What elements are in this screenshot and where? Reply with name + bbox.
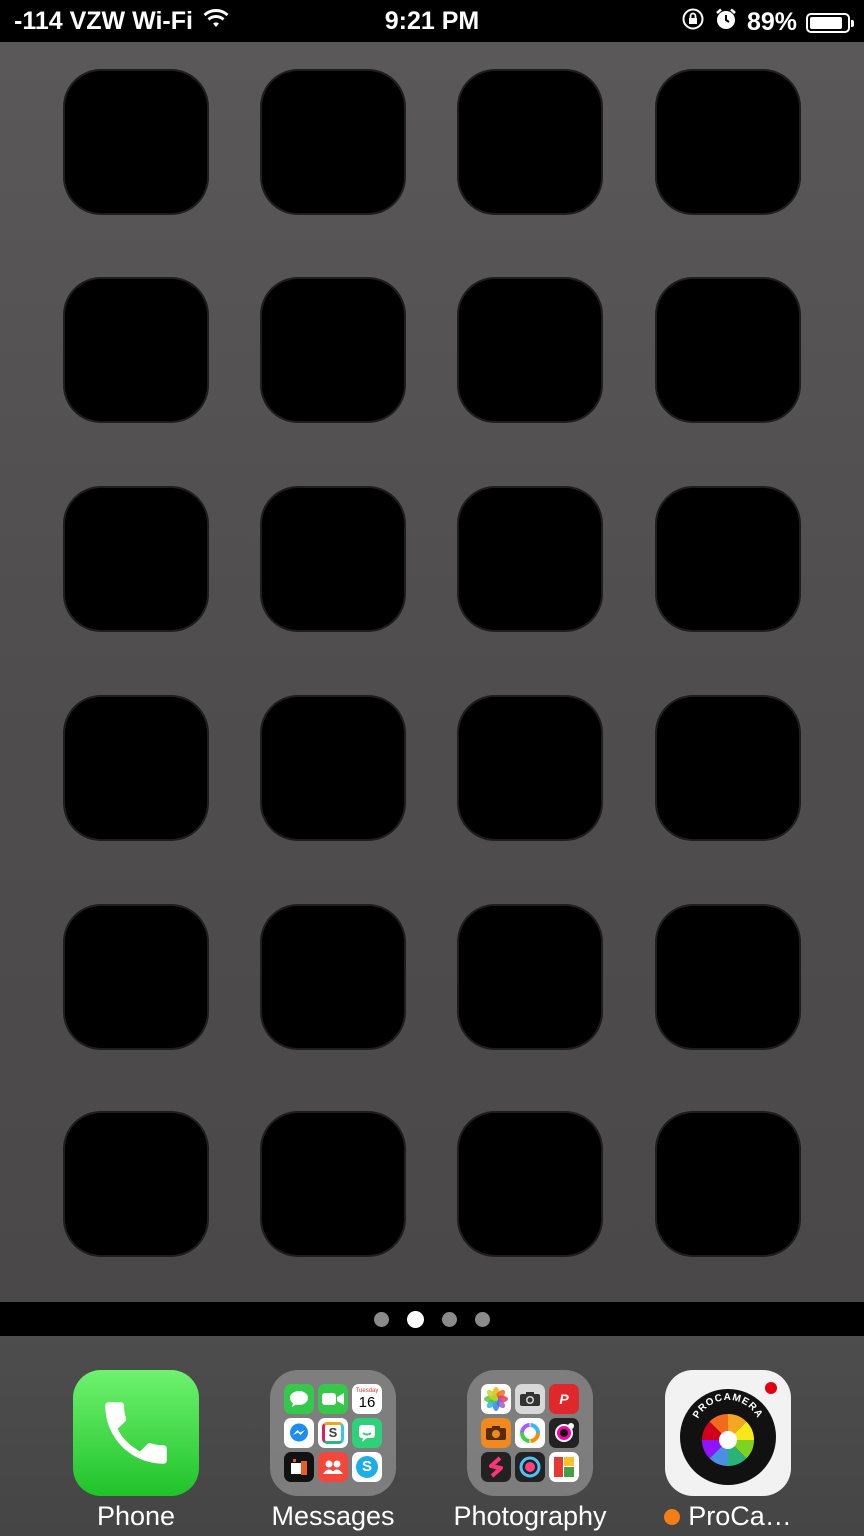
dock-app-label: Messages: [271, 1501, 395, 1531]
collage-app-icon: [549, 1452, 579, 1482]
dock: Phone Tuesday 16 S S Messages P Photogra…: [0, 1336, 864, 1536]
facetime-icon: [318, 1384, 348, 1414]
empty-icon-slot: [65, 71, 207, 213]
empty-icon-slot: [65, 279, 207, 421]
orientation-lock-icon: [681, 7, 705, 38]
page-indicator[interactable]: [0, 1302, 864, 1336]
dock-app-label: ProCa…: [688, 1501, 792, 1531]
dock-app-label-row: ProCa…: [638, 1501, 818, 1532]
dock-app-label: Photography: [453, 1501, 607, 1531]
skype-icon: S: [352, 1452, 382, 1482]
dock-app-messages-folder[interactable]: Tuesday 16 S S Messages: [243, 1370, 423, 1532]
empty-icon-slot: [459, 1113, 601, 1255]
messenger-icon: [284, 1418, 314, 1448]
page-dot[interactable]: [374, 1311, 389, 1327]
wifi-icon: [203, 7, 229, 36]
procamera-icon[interactable]: PROCAMERA: [665, 1370, 791, 1496]
empty-icon-slot: [459, 906, 601, 1048]
dock-app-photography-folder[interactable]: P Photography: [440, 1370, 620, 1532]
empty-icon-slot: [657, 697, 799, 839]
aperture-app-icon: [515, 1452, 545, 1482]
empty-icon-slot: [262, 1113, 404, 1255]
empty-icon-slot: [262, 488, 404, 630]
orange-camera-icon: [481, 1418, 511, 1448]
dock-app-procamera[interactable]: PROCAMERA ProCa…: [638, 1370, 818, 1532]
camera-icon: [515, 1384, 545, 1414]
calendar-date: 16: [358, 1393, 376, 1411]
spark-icon: [481, 1452, 511, 1482]
carrier-text: -114 VZW Wi-Fi: [14, 7, 193, 35]
empty-icon-slot: [65, 906, 207, 1048]
status-left: -114 VZW Wi-Fi: [14, 7, 229, 36]
battery-icon: [806, 12, 854, 33]
dock-app-label: Phone: [96, 1501, 176, 1531]
group-contacts-icon: [318, 1452, 348, 1482]
empty-icon-slot: [262, 279, 404, 421]
empty-icon-slot: [657, 906, 799, 1048]
empty-icon-slot: [657, 279, 799, 421]
empty-icon-slot: [657, 1113, 799, 1255]
empty-icon-slot: [65, 697, 207, 839]
empty-icon-slot: [459, 488, 601, 630]
skype-letter: S: [356, 1456, 378, 1478]
notification-badge: [765, 1382, 777, 1394]
empty-icon-slot: [262, 906, 404, 1048]
messages-icon: [284, 1384, 314, 1414]
empty-icon-slot: [262, 71, 404, 213]
home-screen-wallpaper: [0, 42, 864, 1302]
battery-percent: 89%: [746, 8, 797, 36]
calendar-icon: Tuesday 16: [352, 1384, 382, 1414]
dock-app-phone[interactable]: Phone: [46, 1370, 226, 1532]
empty-icon-slot: [459, 279, 601, 421]
empty-icon-slot: [657, 488, 799, 630]
empty-icon-slot: [262, 697, 404, 839]
status-right: 89%: [681, 7, 854, 38]
photography-folder-icon[interactable]: P: [467, 1370, 593, 1496]
color-ring-icon: [515, 1418, 545, 1448]
status-bar: -114 VZW Wi-Fi 9:21 PM 89%: [0, 0, 864, 42]
page-dot[interactable]: [475, 1311, 490, 1327]
slack-letter: S: [322, 1422, 344, 1444]
pdf-app-icon: P: [549, 1384, 579, 1414]
empty-icon-slot: [459, 71, 601, 213]
empty-icon-slot: [65, 488, 207, 630]
page-dot[interactable]: [442, 1311, 457, 1327]
lens-app-icon: [549, 1418, 579, 1448]
pdf-letter: P: [559, 1391, 569, 1407]
office-icon: [284, 1452, 314, 1482]
battery-fill: [810, 16, 843, 29]
alarm-icon: [714, 7, 738, 38]
groupme-icon: [352, 1418, 382, 1448]
slack-icon: S: [318, 1418, 348, 1448]
photos-icon: [481, 1384, 511, 1414]
empty-icon-slot: [657, 71, 799, 213]
page-dot[interactable]: [407, 1310, 424, 1328]
messages-folder-icon[interactable]: Tuesday 16 S S: [270, 1370, 396, 1496]
empty-icon-slot: [65, 1113, 207, 1255]
recently-updated-dot: [664, 1508, 681, 1525]
empty-icon-slot: [459, 697, 601, 839]
phone-icon[interactable]: [73, 1370, 199, 1496]
